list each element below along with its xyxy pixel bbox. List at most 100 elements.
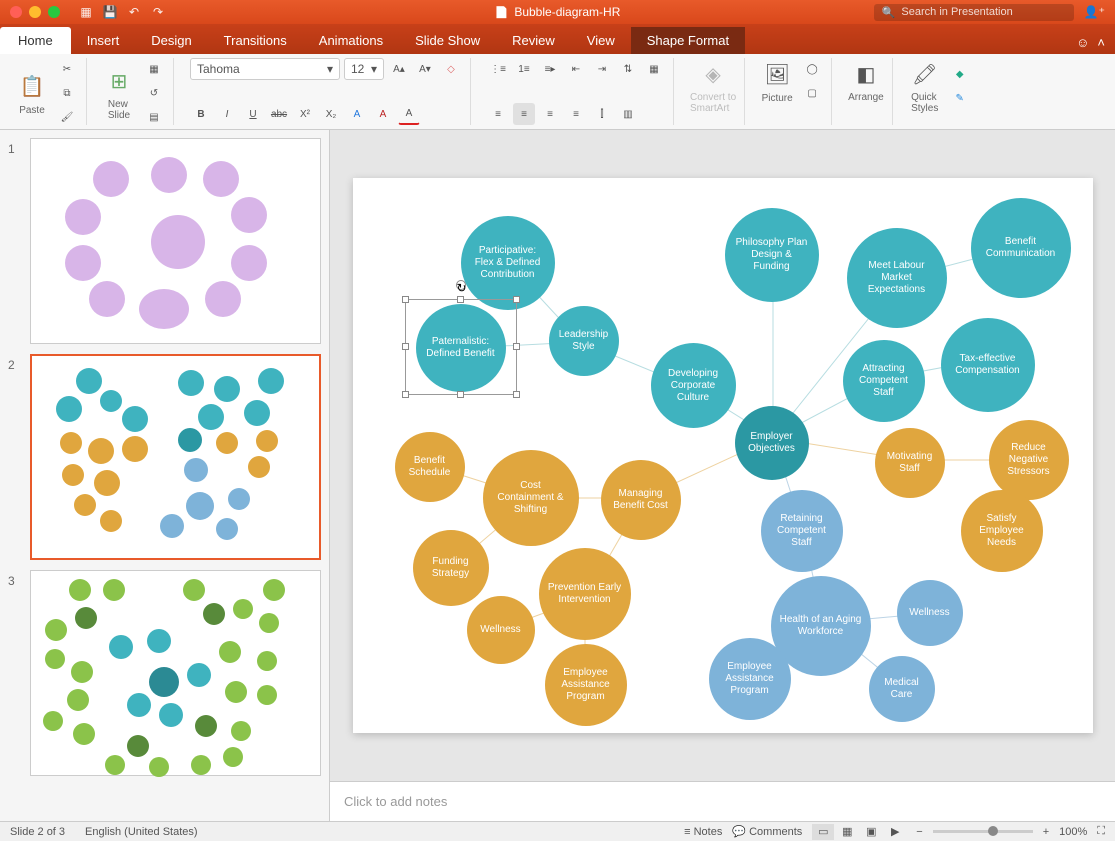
slideshow-view-button[interactable]: ▶: [884, 824, 906, 840]
rotate-handle-icon[interactable]: ↻: [456, 280, 466, 290]
text-direction-button[interactable]: ▦: [643, 58, 665, 80]
layout-button[interactable]: ▦: [143, 58, 165, 80]
zoom-out-button[interactable]: −: [916, 826, 922, 838]
slide-thumbnail-1[interactable]: [30, 138, 321, 344]
fit-view-button[interactable]: ⛶: [1097, 825, 1105, 838]
redo-icon[interactable]: ↷: [150, 4, 166, 20]
copy-button[interactable]: ⧉: [56, 82, 78, 104]
tab-home[interactable]: Home: [0, 27, 71, 54]
align-vert-button[interactable]: ⫿: [591, 103, 613, 125]
tab-slideshow[interactable]: Slide Show: [399, 27, 496, 54]
bubble-cost-cont[interactable]: Cost Containment & Shifting: [483, 450, 579, 546]
tab-insert[interactable]: Insert: [71, 27, 136, 54]
bubble-satisfy[interactable]: Satisfy Employee Needs: [961, 490, 1043, 572]
undo-icon[interactable]: ↶: [126, 4, 142, 20]
bubble-employer-obj[interactable]: Employer Objectives: [735, 406, 809, 480]
align-left-button[interactable]: ≡: [487, 103, 509, 125]
reset-button[interactable]: ↺: [143, 82, 165, 104]
shape-fill-button[interactable]: ◆: [949, 63, 971, 85]
bubble-leadership[interactable]: Leadership Style: [549, 306, 619, 376]
align-right-button[interactable]: ≡: [539, 103, 561, 125]
subscript-button[interactable]: X₂: [320, 103, 342, 125]
bubble-medical[interactable]: Medical Care: [869, 656, 935, 722]
tab-transitions[interactable]: Transitions: [208, 27, 303, 54]
bubble-developing[interactable]: Developing Corporate Culture: [651, 343, 736, 428]
italic-button[interactable]: I: [216, 103, 238, 125]
notes-pane[interactable]: Click to add notes: [330, 781, 1115, 821]
line-spacing-button[interactable]: ⇅: [617, 58, 639, 80]
quick-styles-button[interactable]: 🖍: [909, 58, 941, 90]
bubble-wellness-b[interactable]: Wellness: [897, 580, 963, 646]
share-icon[interactable]: 👤⁺: [1084, 5, 1105, 19]
bubble-funding[interactable]: Funding Strategy: [413, 530, 489, 606]
bubble-wellness-o[interactable]: Wellness: [467, 596, 535, 664]
text-effects-button[interactable]: A: [346, 103, 368, 125]
sorter-view-button[interactable]: ▦: [836, 824, 858, 840]
minimize-window-button[interactable]: [29, 6, 41, 18]
justify-button[interactable]: ≡: [565, 103, 587, 125]
superscript-button[interactable]: X²: [294, 103, 316, 125]
tab-review[interactable]: Review: [496, 27, 571, 54]
cut-button[interactable]: ✂: [56, 58, 78, 80]
save-icon[interactable]: 💾: [102, 4, 118, 20]
align-center-button[interactable]: ≡: [513, 103, 535, 125]
picture-button[interactable]: 🖼: [761, 59, 793, 91]
font-color-button[interactable]: A: [398, 103, 420, 125]
textbox-button[interactable]: ▢: [801, 82, 823, 104]
font-size-select[interactable]: 12▾: [344, 58, 384, 80]
bubble-eap-b[interactable]: Employee Assistance Program: [709, 638, 791, 720]
bubble-tax-eff[interactable]: Tax-effective Compensation: [941, 318, 1035, 412]
increase-font-button[interactable]: A▴: [388, 58, 410, 80]
shape-outline-button[interactable]: ✎: [949, 87, 971, 109]
shapes-button[interactable]: ◯: [801, 58, 823, 80]
emoji-icon[interactable]: ☺: [1076, 35, 1089, 50]
slide-thumbnail-2[interactable]: [30, 354, 321, 560]
tab-design[interactable]: Design: [135, 27, 207, 54]
smartart-button[interactable]: ◈: [697, 58, 729, 90]
bubble-meet-labour[interactable]: Meet Labour Market Expectations: [847, 228, 947, 328]
columns-button[interactable]: ▥: [617, 103, 639, 125]
bubble-attracting[interactable]: Attracting Competent Staff: [843, 340, 925, 422]
zoom-in-button[interactable]: +: [1043, 826, 1049, 838]
search-box[interactable]: 🔍: [874, 4, 1074, 21]
section-button[interactable]: ▤: [143, 106, 165, 128]
bubble-reduce-neg[interactable]: Reduce Negative Stressors: [989, 420, 1069, 500]
bubble-eap-o[interactable]: Employee Assistance Program: [545, 644, 627, 726]
zoom-slider[interactable]: [933, 830, 1033, 833]
paste-button[interactable]: 📋: [16, 71, 48, 103]
selected-shape-frame[interactable]: Paternalistic: Defined Benefit ↻: [406, 300, 516, 394]
arrange-button[interactable]: ◧: [850, 58, 882, 90]
bubble-benefit-comm[interactable]: Benefit Communication: [971, 198, 1071, 298]
format-painter-button[interactable]: 🖌: [56, 106, 78, 128]
notes-toggle[interactable]: ≡ Notes: [684, 826, 722, 838]
zoom-level-label[interactable]: 100%: [1059, 826, 1087, 838]
bold-button[interactable]: B: [190, 103, 212, 125]
bubble-benefit-sched[interactable]: Benefit Schedule: [395, 432, 465, 502]
strike-button[interactable]: abc: [268, 103, 290, 125]
bubble-motivating[interactable]: Motivating Staff: [875, 428, 945, 498]
bubble-philosophy[interactable]: Philosophy Plan Design & Funding: [725, 208, 819, 302]
new-slide-button[interactable]: ⊞: [103, 65, 135, 97]
autosave-icon[interactable]: ▦: [78, 4, 94, 20]
bubble-participative[interactable]: Participative: Flex & Defined Contributi…: [461, 216, 555, 310]
numbering-button[interactable]: 1≡: [513, 58, 535, 80]
slide-thumbnail-3[interactable]: [30, 570, 321, 776]
bullets-button[interactable]: ⋮≡: [487, 58, 509, 80]
underline-button[interactable]: U: [242, 103, 264, 125]
bubble-managing[interactable]: Managing Benefit Cost: [601, 460, 681, 540]
tab-view[interactable]: View: [571, 27, 631, 54]
reading-view-button[interactable]: ▣: [860, 824, 882, 840]
search-input[interactable]: [901, 6, 1065, 18]
slide-thumbnails-panel[interactable]: 1 2: [0, 130, 330, 821]
decrease-font-button[interactable]: A▾: [414, 58, 436, 80]
normal-view-button[interactable]: ▭: [812, 824, 834, 840]
highlight-button[interactable]: A: [372, 103, 394, 125]
bubble-retaining[interactable]: Retaining Competent Staff: [761, 490, 843, 572]
comments-toggle[interactable]: 💬 Comments: [732, 825, 802, 838]
language-label[interactable]: English (United States): [85, 826, 198, 838]
increase-indent-button[interactable]: ⇥: [591, 58, 613, 80]
tab-shape-format[interactable]: Shape Format: [631, 27, 745, 54]
collapse-ribbon-icon[interactable]: ˄: [1097, 35, 1105, 50]
tab-animations[interactable]: Animations: [303, 27, 399, 54]
multilevel-button[interactable]: ≡▸: [539, 58, 561, 80]
